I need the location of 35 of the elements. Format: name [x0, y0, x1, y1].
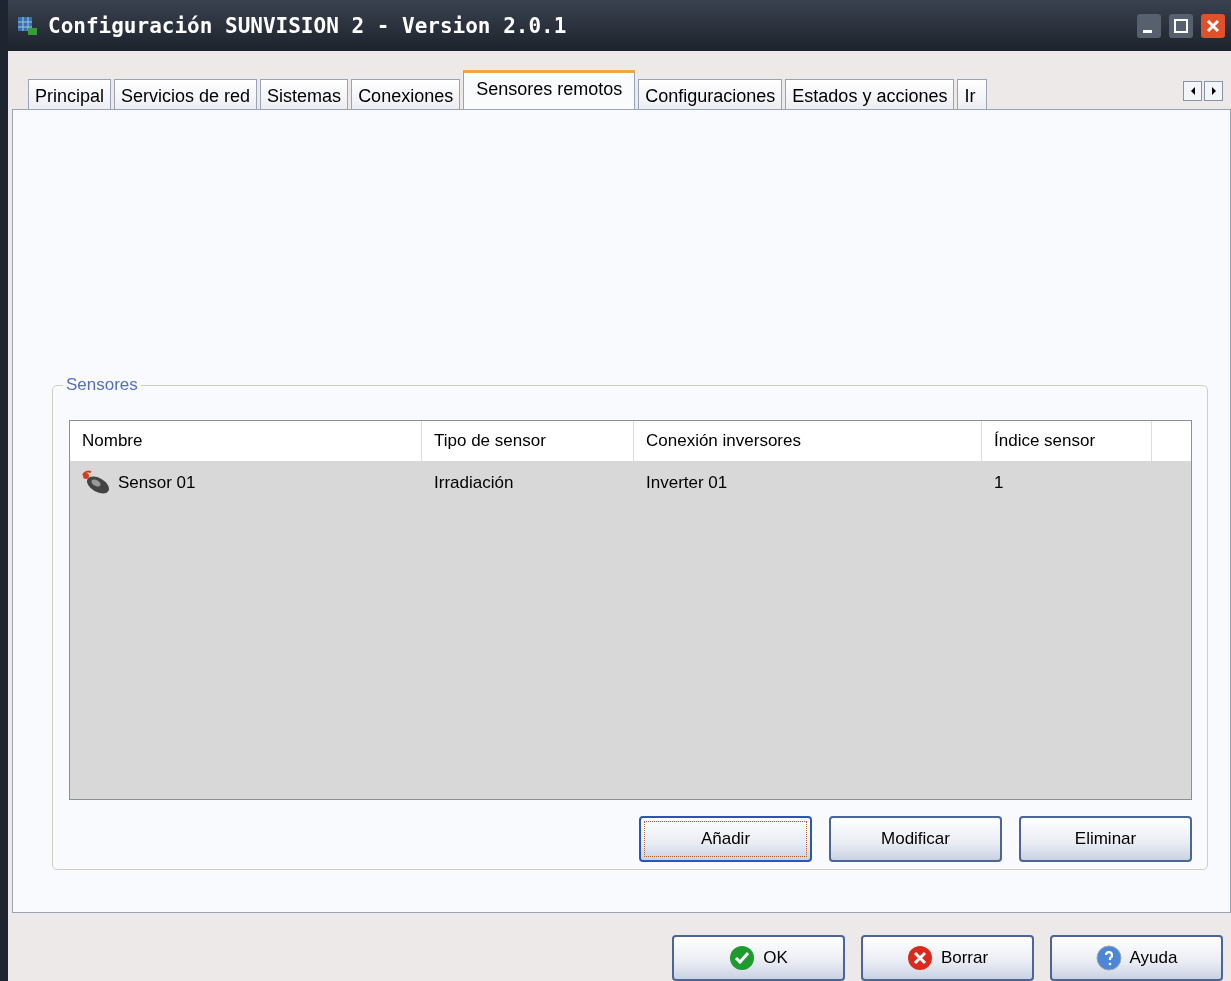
- action-button[interactable]: Eliminar: [1019, 816, 1192, 862]
- help-icon: [1095, 945, 1122, 971]
- tab[interactable]: Configuraciones: [638, 79, 783, 109]
- close-icon: [906, 945, 933, 971]
- checkmark-icon: [729, 945, 756, 971]
- column-header[interactable]: Índice sensor: [982, 421, 1152, 461]
- action-button[interactable]: Modificar: [829, 816, 1002, 862]
- window-title: Configuración SUNVISION 2 - Version 2.0.1: [48, 13, 568, 38]
- table-cell: Irradiación: [434, 473, 514, 493]
- tab[interactable]: Sistemas: [260, 79, 349, 109]
- close-button[interactable]: [1201, 13, 1225, 38]
- column-header[interactable]: Nombre: [70, 421, 422, 461]
- maximize-icon: [1174, 18, 1188, 33]
- dialog-button[interactable]: OK: [672, 935, 845, 981]
- close-icon: [1206, 18, 1220, 33]
- tab[interactable]: Sensores remotos: [463, 70, 636, 109]
- tab[interactable]: Ir: [957, 79, 988, 109]
- column-header[interactable]: Tipo de sensor: [422, 421, 634, 461]
- table-cell: Sensor 01: [118, 473, 196, 493]
- table-cell: 1: [994, 473, 1004, 493]
- tab[interactable]: Estados y acciones: [785, 79, 955, 109]
- action-button[interactable]: Añadir: [639, 816, 812, 862]
- column-header[interactable]: Conexión inversores: [634, 421, 982, 461]
- dialog-button[interactable]: Ayuda: [1050, 935, 1223, 981]
- dialog-button[interactable]: Borrar: [861, 935, 1034, 981]
- minimize-button[interactable]: [1137, 13, 1161, 38]
- scroll-left-button[interactable]: [1183, 81, 1202, 101]
- tab[interactable]: Conexiones: [351, 79, 461, 109]
- maximize-button[interactable]: [1169, 13, 1193, 38]
- scroll-right-button[interactable]: [1204, 81, 1223, 101]
- tab[interactable]: Servicios de red: [114, 79, 258, 109]
- minimize-icon: [1143, 30, 1152, 34]
- right-arrow-icon: [1209, 86, 1218, 96]
- table-cell: Inverter 01: [646, 473, 728, 493]
- tab[interactable]: Principal: [28, 79, 112, 109]
